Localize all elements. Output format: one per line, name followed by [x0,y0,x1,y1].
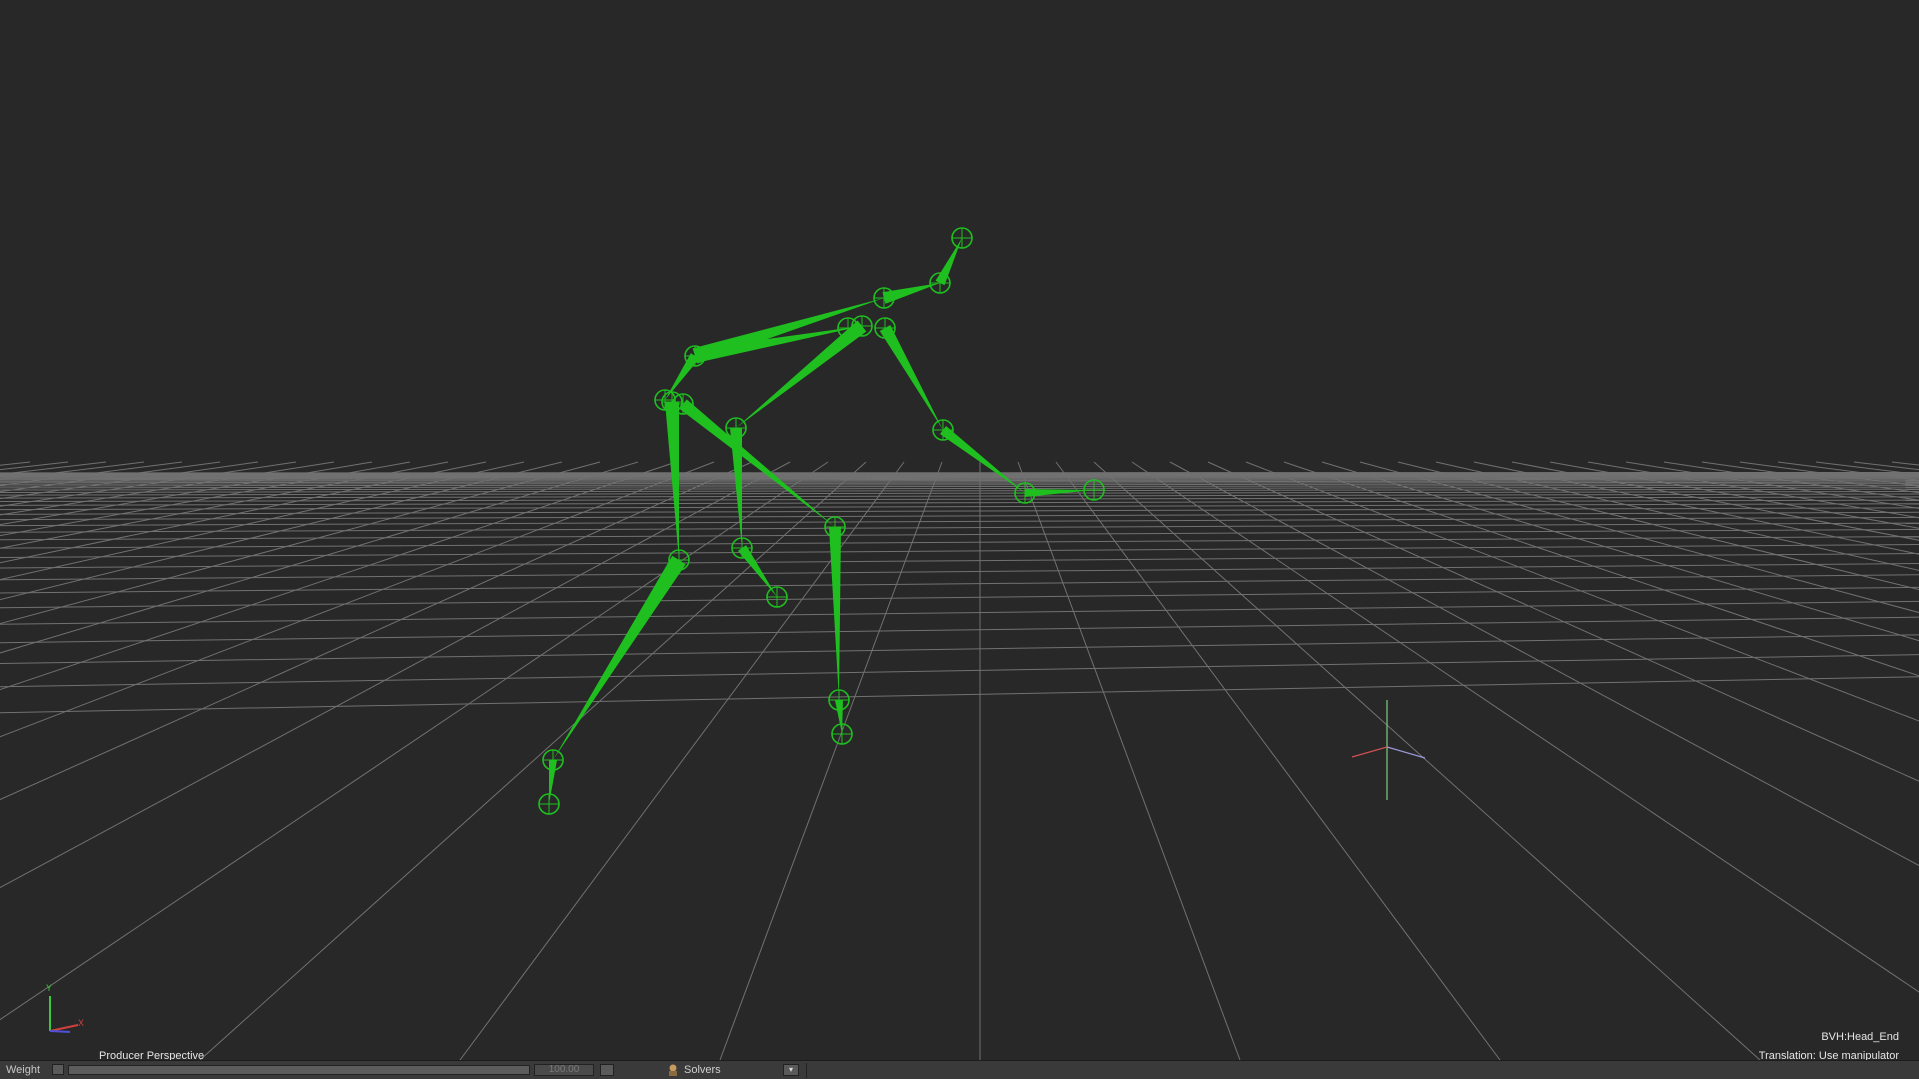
grid-line [1815,461,1919,476]
grid-line [0,461,297,507]
solvers-icon [669,1064,677,1076]
axis-y-label: Y [46,983,52,993]
grid-line [1169,461,1919,867]
grid-line [1131,461,1919,993]
grid-line [1511,461,1919,541]
weight-key-button[interactable] [52,1064,64,1075]
grid-line [1777,461,1919,481]
grid-line [1587,461,1919,519]
selected-object-label: BVH:Head_End [1821,1031,1899,1043]
grid-line [1283,461,1919,677]
weight-label: Weight [6,1064,41,1076]
skeleton-bone [882,283,940,304]
3d-viewport[interactable]: Y X Producer Perspective BVH:Head_End Tr… [0,0,1919,1060]
weight-slider[interactable] [68,1065,530,1075]
grid-line [1017,461,1241,1060]
manipulator-status-text: Translation: Use manipulator [1758,1050,1899,1060]
axis-x-label: X [78,1018,84,1028]
skeleton-bone [553,555,686,760]
skeleton-bone [829,526,841,700]
grid-line [0,461,563,601]
scene-canvas[interactable]: Y X [0,0,1919,1060]
solvers-dropdown-button[interactable]: ▾ [783,1064,799,1076]
grid-line [1473,461,1919,555]
grid-line [1321,461,1919,642]
toolbar-divider [806,1063,807,1078]
grid-line [0,461,335,516]
grid-line [0,461,753,801]
bottom-toolbar: Weight 100.00 Solvers ▾ [0,1060,1919,1079]
grid-line [0,461,373,526]
grid-line [0,461,411,537]
weight-reset-button[interactable] [600,1064,614,1076]
grid-line [1397,461,1919,591]
grid-line [0,461,221,493]
grid-line [1245,461,1919,722]
grid-line [1739,461,1919,487]
grid-line [0,461,69,471]
grid-line [1663,461,1919,501]
grid-line [1435,461,1919,571]
grid-line [0,461,791,889]
grid-line [0,461,31,466]
grid-line [1055,461,1501,1060]
solvers-label: Solvers [684,1064,721,1076]
grid-line [0,461,259,500]
grid-line [0,461,715,738]
grid-line [1549,461,1919,529]
grid-line [0,461,183,486]
grid-line [1093,461,1761,1060]
axis-gizmo-icon: Y X [46,983,84,1033]
floor-grid [0,461,1919,1060]
camera-label: Producer Perspective [99,1050,205,1060]
weight-slider-fill [69,1066,529,1074]
grid-line [0,461,525,581]
grid-line [1207,461,1919,782]
skeleton-bone [879,325,943,430]
grid-line [0,461,449,549]
weight-value-field[interactable]: 100.00 [534,1064,594,1076]
grid-line [199,461,867,1060]
